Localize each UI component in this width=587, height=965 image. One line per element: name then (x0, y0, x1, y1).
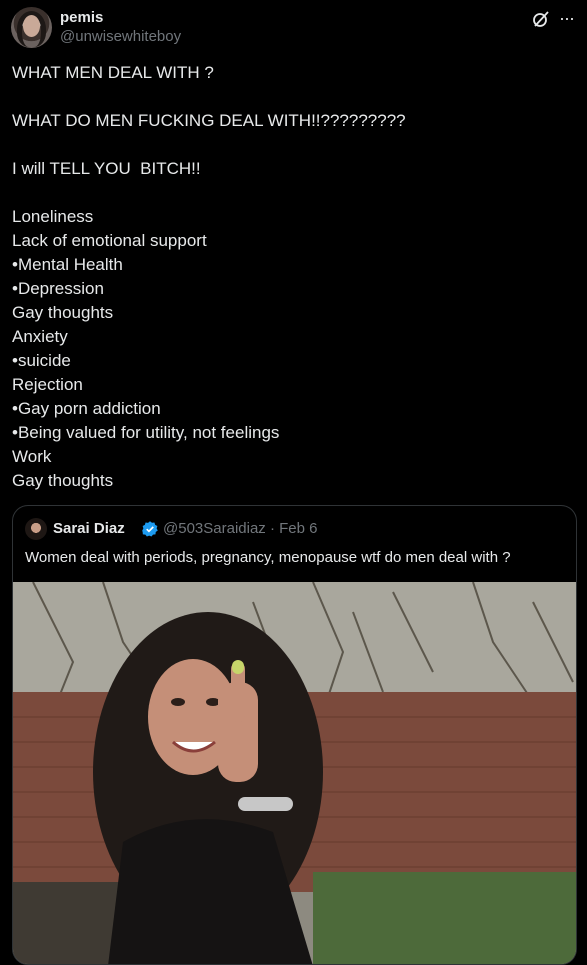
quoted-text: Women deal with periods, pregnancy, meno… (25, 549, 511, 566)
tweet-line: •Being valued for utility, not feelings (12, 423, 280, 442)
grok-icon[interactable] (532, 10, 550, 28)
quoted-avatar[interactable] (25, 518, 47, 540)
tweet-line: Gay thoughts (12, 471, 114, 490)
tweet-line: I will TELL YOU BITCH!! (12, 159, 201, 178)
tweet-line: Gay thoughts (12, 303, 114, 322)
avatar-face (23, 15, 40, 37)
tweet-line (12, 133, 572, 157)
quoted-author-name[interactable]: Sarai Diaz (53, 520, 125, 537)
quoted-handle-date[interactable]: @503Saraidiaz · Feb 6 (163, 520, 317, 537)
tweet-line: Lack of emotional support (12, 231, 207, 250)
tweet-line: Rejection (12, 375, 83, 394)
tweet-line (12, 181, 572, 205)
tweet-line: Work (12, 447, 52, 466)
tweet-text: WHAT MEN DEAL WITH ? WHAT DO MEN FUCKING … (12, 61, 572, 493)
quoted-photo[interactable] (13, 582, 577, 965)
more-icon[interactable]: ··· (559, 9, 575, 27)
quoted-header: Sarai Diaz @503Saraidiaz · Feb 6 (25, 518, 565, 540)
author-avatar[interactable] (11, 7, 52, 48)
tweet-line: •suicide (12, 351, 71, 370)
tweet-line: Loneliness (12, 207, 94, 226)
author-name[interactable]: pemis (60, 9, 103, 26)
tweet-line: WHAT MEN DEAL WITH ? (12, 63, 214, 82)
author-handle[interactable]: @unwisewhiteboy (60, 28, 181, 45)
tweet-line: •Mental Health (12, 255, 123, 274)
quoted-tweet[interactable]: Sarai Diaz @503Saraidiaz · Feb 6 Women d… (12, 505, 577, 965)
tweet-line: WHAT DO MEN FUCKING DEAL WITH!!????????? (12, 111, 406, 130)
tweet-line: Anxiety (12, 327, 68, 346)
tweet-line (12, 85, 572, 109)
tweet-line: •Depression (12, 279, 104, 298)
tweet-line: •Gay porn addiction (12, 399, 161, 418)
tweet-header: pemis @unwisewhiteboy ··· (11, 7, 576, 49)
verified-icon (142, 521, 158, 537)
